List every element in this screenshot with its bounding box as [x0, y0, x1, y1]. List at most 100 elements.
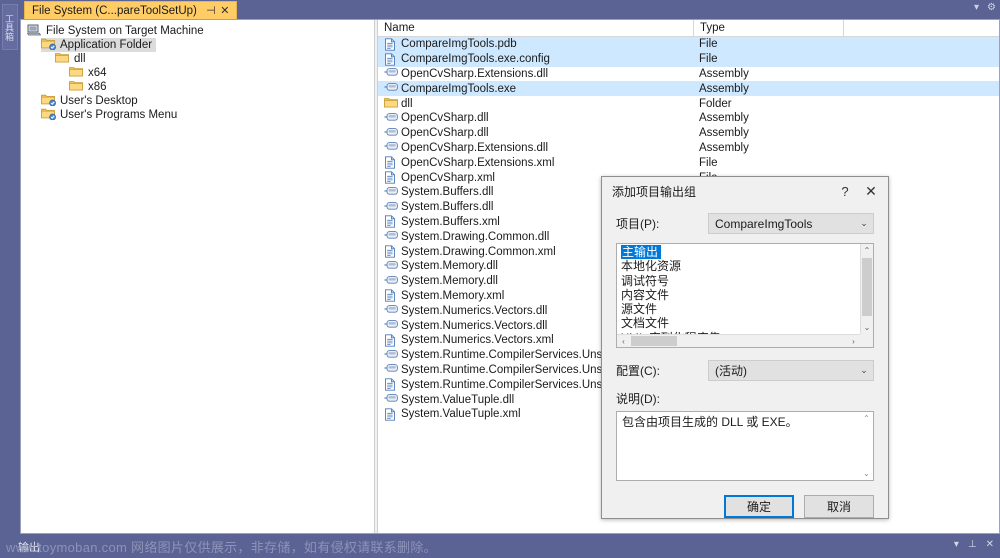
- table-row[interactable]: CompareImgTools.exe.config File: [378, 51, 999, 67]
- cell-name: OpenCvSharp.Extensions.dll: [378, 141, 693, 154]
- list-item[interactable]: 源文件: [617, 302, 873, 316]
- scroll-up-icon[interactable]: ⌃: [860, 412, 873, 425]
- assembly-icon: [384, 349, 398, 362]
- target-machine-tree-pane: File System on Target Machine Application…: [21, 20, 374, 533]
- config-combobox-value: (活动): [715, 364, 747, 378]
- file-name-label: System.Buffers.dll: [401, 186, 494, 199]
- file-name-label: System.ValueTuple.xml: [401, 408, 521, 421]
- tabrow-controls: ▾ ⚙: [974, 2, 996, 14]
- ok-button[interactable]: 确定: [724, 495, 794, 518]
- close-icon[interactable]: ✕: [986, 539, 994, 551]
- list-item[interactable]: 文档文件: [617, 316, 873, 330]
- vertical-scroll-thumb[interactable]: [862, 258, 872, 316]
- project-combobox[interactable]: CompareImgTools ⌄: [708, 213, 874, 234]
- scroll-up-icon[interactable]: ⌃: [861, 244, 873, 257]
- folder-icon: [69, 80, 85, 94]
- description-text: 包含由项目生成的 DLL 或 EXE。: [622, 415, 798, 429]
- document-icon: [384, 378, 398, 391]
- list-item-label: 主输出: [621, 245, 662, 259]
- cell-type: File: [699, 156, 718, 169]
- table-row[interactable]: OpenCvSharp.dll Assembly: [378, 111, 999, 126]
- assembly-icon: [384, 186, 398, 199]
- table-row[interactable]: OpenCvSharp.Extensions.xml File: [378, 155, 999, 170]
- project-label: 项目(P):: [616, 217, 660, 231]
- cell-name: CompareImgTools.pdb: [378, 38, 693, 51]
- close-icon[interactable]: ✕: [858, 178, 884, 204]
- dialog-buttons: 确定 取消: [616, 495, 874, 518]
- document-icon: [384, 408, 398, 421]
- table-row[interactable]: OpenCvSharp.Extensions.dll Assembly: [378, 141, 999, 156]
- file-name-label: CompareImgTools.pdb: [401, 38, 517, 51]
- scroll-right-icon[interactable]: ›: [847, 335, 860, 347]
- list-item[interactable]: 内容文件: [617, 288, 873, 302]
- add-project-output-group-dialog: 添加项目输出组 ? ✕ 项目(P): CompareImgTools ⌄ 主输出…: [601, 176, 889, 519]
- list-item-label: 调试符号: [621, 273, 670, 288]
- table-row[interactable]: CompareImgTools.exe Assembly: [378, 81, 999, 97]
- table-row[interactable]: CompareImgTools.pdb File: [378, 37, 999, 52]
- list-item[interactable]: 本地化资源: [617, 259, 873, 273]
- tab-file-system-designer[interactable]: File System (C...pareToolSetUp) ⊣ ✕: [24, 1, 237, 19]
- chevron-down-icon[interactable]: ▾: [954, 539, 959, 551]
- toolbox-strip: 工具箱: [0, 0, 20, 558]
- description-label: 说明(D):: [616, 392, 660, 406]
- description-vertical-scrollbar[interactable]: ⌃ ⌄: [860, 412, 873, 480]
- document-icon: [384, 245, 398, 258]
- tree-node-label: x86: [88, 81, 107, 93]
- output-window-tab[interactable]: 输出: [18, 539, 40, 555]
- assembly-icon: [384, 304, 398, 317]
- tree-node-dll[interactable]: dll: [55, 52, 90, 66]
- cancel-button[interactable]: 取消: [804, 495, 874, 518]
- column-header-filler: [843, 20, 999, 36]
- tree-node-application-folder[interactable]: Application Folder: [41, 38, 157, 52]
- table-row[interactable]: OpenCvSharp.Extensions.dll Assembly: [378, 67, 999, 82]
- assembly-icon: [384, 363, 398, 376]
- table-row[interactable]: dll Folder: [378, 96, 999, 111]
- listbox-vertical-scrollbar[interactable]: ⌃ ⌄: [860, 244, 873, 334]
- listbox-horizontal-scrollbar[interactable]: ‹ ›: [617, 334, 860, 347]
- list-item[interactable]: 调试符号: [617, 274, 873, 288]
- config-combobox[interactable]: (活动) ⌄: [708, 360, 874, 381]
- chevron-down-icon[interactable]: ⌄: [855, 361, 873, 380]
- scroll-down-icon[interactable]: ⌄: [861, 321, 873, 334]
- file-name-label: System.Numerics.Vectors.dll: [401, 319, 548, 332]
- tree-node-label: Application Folder: [60, 39, 153, 51]
- gear-icon[interactable]: ⚙: [987, 2, 996, 14]
- horizontal-scroll-thumb[interactable]: [631, 336, 677, 346]
- tree-node-label: User's Desktop: [60, 95, 138, 107]
- folder-icon: [384, 97, 398, 110]
- tree-node-user-s-desktop[interactable]: User's Desktop: [41, 94, 142, 108]
- computer-icon: [26, 24, 43, 38]
- scroll-down-icon[interactable]: ⌄: [860, 467, 873, 480]
- tree-node-x86[interactable]: x86: [69, 80, 111, 94]
- table-row[interactable]: OpenCvSharp.dll Assembly: [378, 126, 999, 141]
- file-name-label: OpenCvSharp.Extensions.dll: [401, 67, 549, 80]
- document-icon: [384, 289, 398, 303]
- file-name-label: System.Numerics.Vectors.xml: [401, 334, 554, 347]
- toolbox-vertical-tab[interactable]: 工具箱: [2, 4, 18, 50]
- scrollbar-corner: [860, 334, 873, 347]
- output-group-listbox[interactable]: 主输出本地化资源调试符号内容文件源文件文档文件XML 序列化程序集 ⌃ ⌄ ‹ …: [616, 243, 874, 348]
- assembly-icon: [384, 230, 398, 243]
- tree-node-file-system-on-target-machine[interactable]: File System on Target Machine: [26, 24, 208, 38]
- document-icon: [384, 215, 398, 229]
- help-icon[interactable]: ?: [832, 178, 858, 204]
- close-icon[interactable]: ✕: [219, 4, 231, 17]
- scroll-left-icon[interactable]: ‹: [617, 335, 630, 347]
- assembly-icon: [384, 112, 398, 125]
- chevron-down-icon[interactable]: ⌄: [855, 214, 873, 233]
- cell-type: Assembly: [699, 112, 749, 125]
- dialog-title-bar: 添加项目输出组 ? ✕: [602, 177, 888, 205]
- column-header-type[interactable]: Type: [693, 20, 843, 36]
- list-item[interactable]: 主输出: [617, 245, 873, 259]
- chevron-down-icon[interactable]: ▾: [974, 2, 979, 14]
- cell-type: Assembly: [699, 67, 749, 80]
- cell-name: OpenCvSharp.Extensions.xml: [378, 156, 693, 169]
- pin-icon[interactable]: ⊥: [968, 539, 977, 551]
- assembly-icon: [384, 319, 398, 332]
- tree-node-label: User's Programs Menu: [60, 109, 178, 121]
- tree-node-x64[interactable]: x64: [69, 66, 111, 80]
- folder-icon: [69, 66, 85, 80]
- tree-node-user-s-programs-menu[interactable]: User's Programs Menu: [41, 108, 181, 122]
- pin-icon[interactable]: ⊣: [205, 4, 217, 17]
- column-header-name[interactable]: Name: [378, 22, 693, 34]
